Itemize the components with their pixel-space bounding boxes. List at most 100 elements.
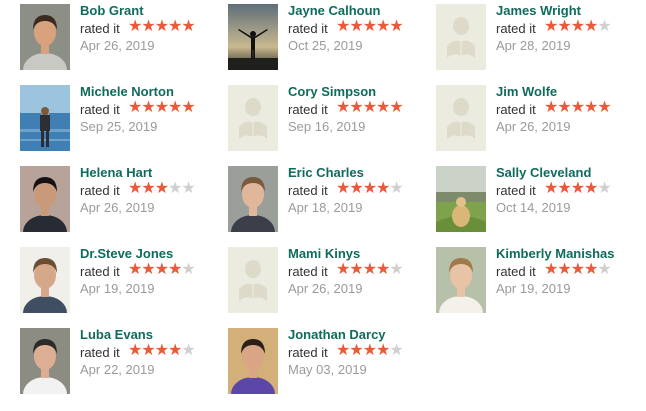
rated-label: rated it [80,264,120,279]
star-empty-icon: ★ [181,180,195,197]
review-item: Dr.Steve Jones rated it ★★★★★ Apr 19, 2019 [0,243,208,313]
star-filled-icon: ★ [362,18,377,35]
star-filled-icon: ★ [154,99,169,116]
review-date: Sep 16, 2019 [288,119,366,134]
reviewer-name[interactable]: Mami Kinys [288,246,360,261]
avatar[interactable] [436,4,486,70]
avatar[interactable] [20,166,70,232]
review-date: Sep 25, 2019 [80,119,158,134]
review-item: Michele Norton rated it ★★★★★ Sep 25, 2019 [0,81,208,151]
star-empty-icon: ★ [597,261,611,278]
star-filled-icon: ★ [349,99,363,116]
reviewer-name[interactable]: Sally Cleveland [496,165,591,180]
review-item: James Wright rated it ★★★★★ Apr 28, 2019 [416,0,624,70]
review-date: Apr 22, 2019 [80,362,155,377]
avatar[interactable] [228,166,278,232]
star-empty-icon: ★ [168,180,182,197]
star-empty-icon: ★ [181,342,195,359]
rated-label: rated it [80,345,120,360]
star-empty-icon: ★ [389,261,403,278]
star-filled-icon: ★ [557,180,571,197]
star-rating: ★★★★★ [336,99,404,117]
avatar[interactable] [20,85,70,151]
review-item: Eric Charles rated it ★★★★★ Apr 18, 2019 [208,162,416,232]
star-filled-icon: ★ [362,342,377,359]
reviewer-name[interactable]: James Wright [496,3,581,18]
reviewer-name[interactable]: Bob Grant [80,3,144,18]
star-empty-icon: ★ [181,261,195,278]
rated-label: rated it [288,21,328,36]
star-filled-icon: ★ [557,99,571,116]
star-filled-icon: ★ [376,180,390,197]
star-filled-icon: ★ [141,99,155,116]
reviewer-name[interactable]: Eric Charles [288,165,364,180]
avatar[interactable] [228,328,278,394]
star-filled-icon: ★ [376,342,390,359]
avatar[interactable] [436,85,486,151]
star-filled-icon: ★ [584,18,598,35]
star-rating: ★★★★★ [544,18,612,36]
star-filled-icon: ★ [584,99,598,116]
reviewer-name[interactable]: Helena Hart [80,165,152,180]
avatar[interactable] [228,85,278,151]
avatar[interactable] [20,328,70,394]
reviewer-name[interactable]: Dr.Steve Jones [80,246,173,261]
review-date: May 03, 2019 [288,362,367,377]
avatar[interactable] [436,166,486,232]
star-filled-icon: ★ [389,99,403,116]
star-filled-icon: ★ [336,342,350,359]
star-rating: ★★★★★ [128,342,196,360]
star-filled-icon: ★ [181,99,195,116]
star-filled-icon: ★ [168,18,182,35]
star-filled-icon: ★ [168,99,182,116]
rated-label: rated it [496,102,536,117]
reviewer-name[interactable]: Michele Norton [80,84,174,99]
review-item: Sally Cleveland rated it ★★★★★ Oct 14, 2019 [416,162,624,232]
review-item: Jayne Calhoun rated it ★★★★★ Oct 25, 2019 [208,0,416,70]
reviewer-name[interactable]: Jayne Calhoun [288,3,380,18]
review-item: Bob Grant rated it ★★★★★ Apr 26, 2019 [0,0,208,70]
star-filled-icon: ★ [362,99,377,116]
avatar[interactable] [20,4,70,70]
reviewer-name[interactable]: Cory Simpson [288,84,376,99]
star-filled-icon: ★ [376,261,390,278]
star-empty-icon: ★ [597,18,611,35]
star-filled-icon: ★ [570,180,585,197]
star-rating: ★★★★★ [544,99,612,117]
star-filled-icon: ★ [349,180,363,197]
star-empty-icon: ★ [389,342,403,359]
avatar[interactable] [436,247,486,313]
star-filled-icon: ★ [168,342,182,359]
review-date: Oct 14, 2019 [496,200,571,215]
rated-label: rated it [496,183,536,198]
star-filled-icon: ★ [336,261,350,278]
star-filled-icon: ★ [336,18,350,35]
reviewer-name[interactable]: Luba Evans [80,327,153,342]
rated-label: rated it [288,183,328,198]
star-rating: ★★★★★ [544,261,612,279]
avatar[interactable] [228,4,278,70]
review-date: Apr 19, 2019 [80,281,155,296]
avatar[interactable] [20,247,70,313]
rated-label: rated it [496,264,536,279]
rated-label: rated it [80,183,120,198]
star-filled-icon: ★ [154,342,169,359]
star-filled-icon: ★ [141,180,155,197]
review-item: Jonathan Darcy rated it ★★★★★ May 03, 2019 [208,324,416,394]
star-filled-icon: ★ [168,261,182,278]
star-filled-icon: ★ [544,261,558,278]
review-item: Jim Wolfe rated it ★★★★★ Apr 26, 2019 [416,81,624,151]
reviewer-name[interactable]: Kimberly Manishas [496,246,615,261]
review-date: Apr 18, 2019 [288,200,363,215]
reviewer-name[interactable]: Jim Wolfe [496,84,557,99]
reviewer-name[interactable]: Jonathan Darcy [288,327,386,342]
review-item: Mami Kinys rated it ★★★★★ Apr 26, 2019 [208,243,416,313]
star-filled-icon: ★ [584,180,598,197]
star-empty-icon: ★ [597,180,611,197]
avatar[interactable] [228,247,278,313]
star-filled-icon: ★ [154,261,169,278]
star-filled-icon: ★ [141,261,155,278]
star-filled-icon: ★ [128,99,142,116]
star-rating: ★★★★★ [128,180,196,198]
review-item: Helena Hart rated it ★★★★★ Apr 26, 2019 [0,162,208,232]
